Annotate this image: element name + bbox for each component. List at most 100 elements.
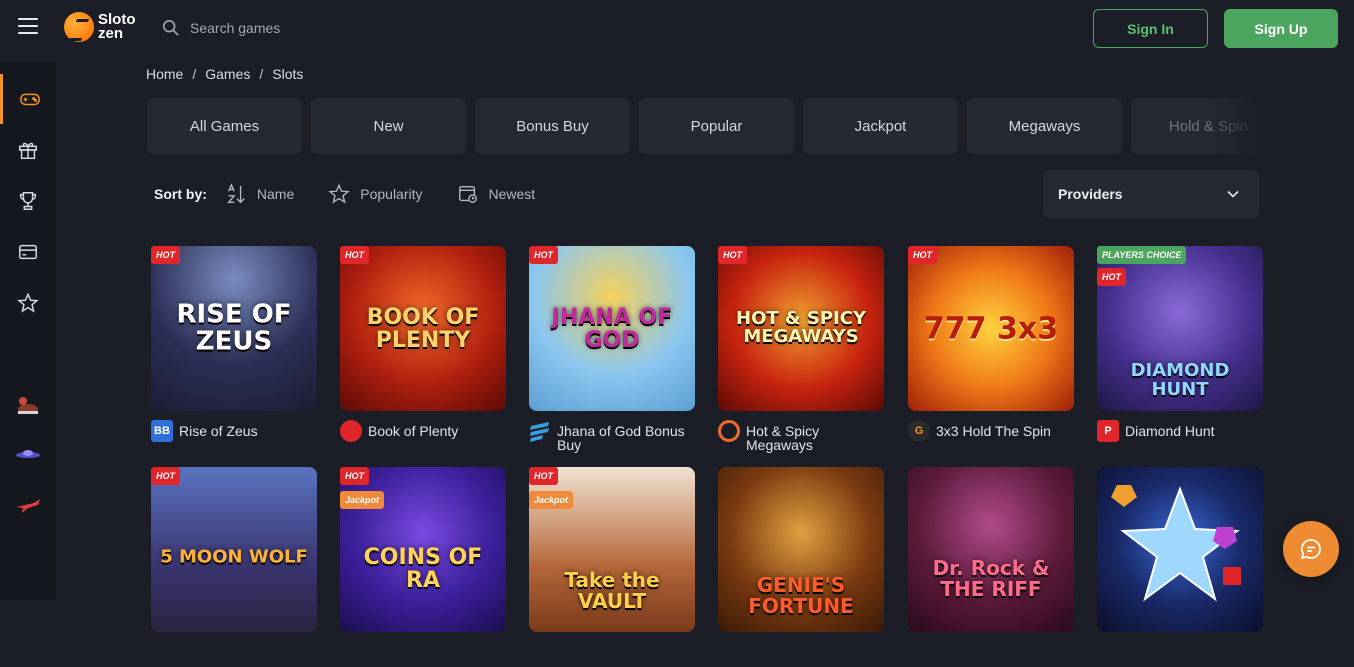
game-card[interactable]: JHANA OF GOD HOT Jhana of God Bonus Buy [529, 246, 695, 452]
game-name[interactable]: Hot & Spicy Megaways [746, 420, 888, 452]
game-thumbnail[interactable]: JHANA OF GOD [529, 246, 695, 411]
game-thumbnail[interactable]: HOT & SPICY MEGAWAYS [718, 246, 884, 411]
game-meta: BB Rise of Zeus [151, 420, 321, 442]
chevron-down-icon [1227, 190, 1239, 198]
breadcrumb: Home / Games / Slots [146, 66, 303, 82]
sign-in-button[interactable]: Sign In [1093, 9, 1208, 48]
category-tabs: All Games New Bonus Buy Popular Jackpot … [147, 98, 1259, 154]
tab-all-games[interactable]: All Games [147, 98, 302, 154]
search-icon [162, 19, 179, 36]
game-art-title: RISE OF ZEUS [176, 299, 292, 357]
hot-badge: HOT [529, 467, 558, 485]
search-input[interactable] [190, 20, 430, 36]
star-gem-art-icon [1111, 485, 1241, 602]
chat-bubble-icon [1300, 539, 1321, 560]
game-thumbnail[interactable]: GENIE'S FORTUNE [718, 467, 884, 632]
duck-game-icon[interactable] [14, 394, 42, 416]
game-art-title: HOT & SPICY MEGAWAYS [736, 307, 866, 348]
jackpot-badge: Jackpot [340, 491, 385, 509]
breadcrumb-separator: / [192, 66, 197, 82]
game-art-title: 777 3x3 [923, 310, 1059, 346]
sidebar-item-favorites[interactable] [0, 278, 56, 328]
sort-bar: Sort by: Name Popularity Newest [154, 180, 569, 208]
sidebar-item-games[interactable] [0, 74, 56, 124]
breadcrumb-slots: Slots [272, 66, 304, 82]
wallet-icon [19, 244, 37, 260]
tab-megaways[interactable]: Megaways [967, 98, 1122, 154]
game-name[interactable]: Rise of Zeus [179, 420, 258, 438]
game-name[interactable]: Diamond Hunt [1125, 420, 1215, 438]
game-thumbnail[interactable] [1097, 467, 1263, 632]
provider-logo-icon: BB [151, 420, 173, 442]
game-card[interactable]: RISE OF ZEUS HOT BB Rise of Zeus [151, 246, 317, 446]
logo-text: Sloto zen [98, 11, 136, 42]
game-name[interactable]: Book of Plenty [368, 420, 458, 438]
game-thumbnail[interactable]: 777 3x3 [908, 246, 1074, 411]
search-bar[interactable] [162, 16, 462, 40]
spaceship-game-icon[interactable] [14, 444, 42, 466]
tab-new[interactable]: New [311, 98, 466, 154]
sort-label: Sort by: [154, 186, 207, 202]
sort-alpha-icon [227, 183, 245, 204]
game-art-title: Dr. Rock & THE RIFF [932, 556, 1050, 602]
game-card[interactable]: 777 3x3 HOT G 3x3 Hold The Spin [908, 246, 1074, 446]
provider-logo-icon: P [1097, 420, 1119, 442]
providers-label: Providers [1058, 186, 1123, 202]
game-art-title: 5 MOON WOLF [160, 546, 308, 568]
game-card[interactable]: HOT & SPICY MEGAWAYS HOT Hot & Spicy Meg… [718, 246, 884, 452]
star-icon [17, 292, 39, 313]
game-name[interactable]: 3x3 Hold The Spin [936, 420, 1051, 438]
breadcrumb-games[interactable]: Games [205, 66, 250, 82]
game-thumbnail[interactable]: Dr. Rock & THE RIFF [908, 467, 1074, 632]
game-card[interactable]: 5 MOON WOLF HOT [151, 467, 317, 667]
providers-dropdown[interactable]: Providers [1043, 170, 1259, 218]
game-meta: P Diamond Hunt [1097, 420, 1267, 442]
game-art-title: JHANA OF GOD [551, 304, 673, 353]
sort-by-popularity[interactable]: Popularity [328, 183, 423, 205]
sign-up-button[interactable]: Sign Up [1224, 9, 1338, 48]
game-card[interactable]: DIAMOND HUNT PLAYERS CHOICE HOT P Diamon… [1097, 246, 1263, 446]
breadcrumb-home[interactable]: Home [146, 66, 183, 82]
provider-logo-icon: G [908, 420, 930, 442]
sidebar-item-wallet[interactable] [0, 227, 56, 277]
game-card[interactable]: Dr. Rock & THE RIFF [908, 467, 1074, 667]
game-card[interactable]: COINS OF RA HOT Jackpot [340, 467, 506, 667]
hot-badge: HOT [151, 467, 180, 485]
game-card[interactable]: BOOK OF PLENTY HOT Book of Plenty [340, 246, 506, 446]
plane-game-icon[interactable] [14, 494, 42, 516]
logo-mark-icon [64, 12, 94, 42]
stripes-provider-icon [529, 420, 551, 442]
star-outline-icon [328, 183, 351, 204]
tab-jackpot[interactable]: Jackpot [803, 98, 958, 154]
game-card[interactable] [1097, 467, 1263, 667]
hot-badge: HOT [151, 246, 180, 264]
tab-bonus-buy[interactable]: Bonus Buy [475, 98, 630, 154]
site-logo[interactable]: Sloto zen [64, 12, 142, 42]
game-thumbnail[interactable]: BOOK OF PLENTY [340, 246, 506, 411]
sort-by-name[interactable]: Name [225, 183, 294, 205]
game-art-title: GENIE'S FORTUNE [748, 572, 854, 618]
trophy-icon [19, 192, 37, 210]
hot-badge: HOT [718, 246, 747, 264]
hot-badge: HOT [1097, 268, 1126, 286]
gamepad-icon [19, 93, 40, 106]
game-art-title: BOOK OF PLENTY [366, 304, 480, 353]
game-meta: Book of Plenty [340, 420, 510, 442]
sidebar-item-promotions[interactable] [0, 125, 56, 175]
hamburger-menu-icon[interactable] [18, 18, 38, 36]
breadcrumb-separator: / [259, 66, 264, 82]
live-chat-button[interactable] [1283, 521, 1339, 577]
game-card[interactable]: Take the VAULT HOT Jackpot [529, 467, 695, 667]
hot-badge: HOT [340, 467, 369, 485]
game-thumbnail[interactable]: 5 MOON WOLF [151, 467, 317, 632]
hot-badge: HOT [340, 246, 369, 264]
flame-provider-icon [340, 420, 362, 442]
sidebar-item-tournaments[interactable] [0, 176, 56, 226]
tab-popular[interactable]: Popular [639, 98, 794, 154]
game-thumbnail[interactable]: RISE OF ZEUS [151, 246, 317, 411]
jackpot-badge: Jackpot [529, 491, 574, 509]
sort-by-newest[interactable]: Newest [457, 183, 535, 205]
game-name[interactable]: Jhana of God Bonus Buy [557, 420, 699, 452]
game-art-title: Take the VAULT [564, 567, 660, 613]
game-card[interactable]: GENIE'S FORTUNE [718, 467, 884, 667]
